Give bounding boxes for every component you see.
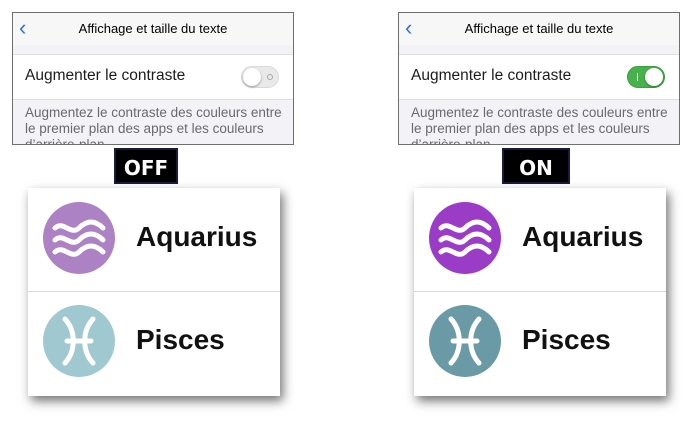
settings-screen: ‹ Affichage et taille du texte Augmenter… [398, 12, 680, 145]
list-item-aquarius[interactable]: Aquarius [28, 188, 280, 292]
increase-contrast-label: Augmenter le contraste [25, 67, 186, 84]
aquarius-icon [43, 202, 115, 274]
navigation-bar: ‹ Affichage et taille du texte [399, 13, 679, 45]
pisces-icon [43, 305, 115, 377]
contrast-description: Augmentez le contraste des couleurs entr… [411, 105, 668, 145]
pisces-icon [429, 305, 501, 377]
toggle-knob [645, 68, 663, 86]
aquarius-icon [429, 202, 501, 274]
sign-name-aquarius: Aquarius [522, 221, 644, 252]
list-item-pisces[interactable]: Pisces [28, 291, 280, 394]
nav-title: Affichage et taille du texte [78, 21, 228, 36]
toggle-off-mark [267, 74, 273, 80]
nav-title: Affichage et taille du texte [464, 21, 614, 36]
increase-contrast-toggle[interactable] [241, 66, 279, 88]
increase-contrast-label: Augmenter le contraste [411, 67, 572, 84]
list-item-pisces[interactable]: Pisces [414, 291, 666, 394]
settings-screen: ‹ Affichage et taille du texte Augmenter… [12, 12, 294, 145]
zodiac-card: Aquarius Pisces [28, 188, 280, 396]
toggle-on-mark [637, 73, 638, 81]
toggle-knob [243, 68, 261, 86]
sign-name-pisces: Pisces [522, 324, 611, 355]
sign-name-pisces: Pisces [136, 324, 225, 355]
increase-contrast-toggle[interactable] [627, 66, 665, 88]
state-label-off: OFF [114, 148, 178, 184]
sign-name-aquarius: Aquarius [136, 221, 258, 252]
list-item-aquarius[interactable]: Aquarius [414, 188, 666, 292]
increase-contrast-row[interactable]: Augmenter le contraste [13, 54, 293, 100]
zodiac-card: Aquarius Pisces [414, 188, 666, 396]
navigation-bar: ‹ Affichage et taille du texte [13, 13, 293, 45]
contrast-description: Augmentez le contraste des couleurs entr… [25, 105, 282, 145]
state-label-on: ON [502, 148, 570, 184]
increase-contrast-row[interactable]: Augmenter le contraste [399, 54, 679, 100]
